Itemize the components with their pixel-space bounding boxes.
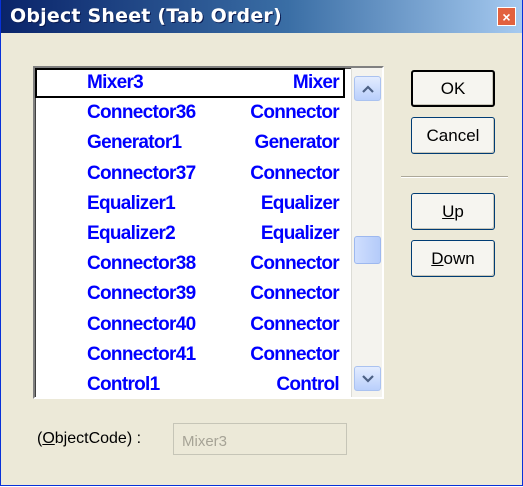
list-item[interactable]: Connector41 Connector — [35, 340, 345, 370]
up-mnemonic: U — [442, 201, 455, 221]
cancel-button[interactable]: Cancel — [411, 117, 495, 154]
down-label-rest: own — [443, 248, 475, 268]
object-name: Connector38 — [87, 253, 196, 275]
object-name: Connector36 — [87, 102, 196, 124]
move-down-label: Down — [431, 249, 474, 269]
move-down-button[interactable]: Down — [411, 240, 495, 277]
vertical-scrollbar[interactable] — [351, 68, 382, 397]
object-type: Connector — [250, 313, 339, 335]
title-bar[interactable]: Object Sheet (Tab Order) × — [1, 0, 522, 33]
down-mnemonic: D — [431, 248, 444, 268]
close-icon: × — [502, 8, 511, 25]
object-type: Equalizer — [260, 192, 340, 214]
object-code-mnemonic: O — [42, 430, 55, 447]
list-rows: Mixer3 Mixer Connector36 Connector Generator… — [35, 68, 345, 397]
list-item[interactable]: Control1 Control — [35, 370, 345, 397]
object-name: Equalizer2 — [87, 223, 176, 245]
ok-button[interactable]: OK — [411, 70, 495, 107]
tab-order-list[interactable]: Mixer3 Mixer Connector36 Connector Generator… — [33, 66, 384, 399]
object-type: Generator — [254, 132, 339, 154]
list-item[interactable]: Equalizer2 Equalizer — [35, 219, 345, 249]
cancel-button-label: Cancel — [426, 125, 480, 145]
list-item[interactable]: Generator1 Generator — [35, 128, 345, 158]
scrollbar-thumb[interactable] — [354, 236, 381, 264]
object-type: Connector — [250, 343, 339, 365]
window-title: Object Sheet (Tab Order) — [10, 5, 282, 27]
list-item[interactable]: Connector40 Connector — [35, 310, 345, 340]
object-type: Connector — [250, 283, 339, 305]
scroll-down-button[interactable] — [354, 366, 381, 391]
move-up-button[interactable]: Up — [411, 193, 495, 230]
close-button[interactable]: × — [497, 7, 516, 26]
object-code-field — [173, 423, 347, 455]
object-type: Mixer — [292, 72, 340, 94]
chevron-down-icon — [361, 374, 374, 383]
object-name: Connector40 — [87, 313, 196, 335]
object-sheet-dialog: Object Sheet (Tab Order) × Mixer3 Mixer Co… — [0, 0, 523, 486]
list-item[interactable]: Connector36 Connector — [35, 98, 345, 128]
list-item[interactable]: Connector38 Connector — [35, 249, 345, 279]
object-name: Connector39 — [87, 283, 196, 305]
chevron-up-icon — [361, 84, 374, 93]
object-name: Connector37 — [87, 162, 196, 184]
object-type: Connector — [250, 162, 339, 184]
move-up-label: Up — [442, 202, 464, 222]
object-code-label: (ObjectCode) : — [37, 430, 141, 448]
scroll-up-button[interactable] — [354, 76, 381, 101]
list-item[interactable]: Mixer3 Mixer — [35, 68, 345, 99]
object-name: Generator1 — [87, 132, 182, 154]
list-item[interactable]: Connector37 Connector — [35, 159, 345, 189]
button-separator — [401, 176, 508, 178]
object-name: Mixer3 — [87, 72, 144, 94]
object-name: Control1 — [87, 373, 160, 395]
ok-button-label: OK — [440, 78, 466, 98]
list-item[interactable]: Equalizer1 Equalizer — [35, 189, 345, 219]
object-type: Control — [276, 373, 339, 395]
up-label-rest: p — [454, 201, 464, 221]
object-type: Connector — [250, 253, 339, 275]
object-type: Equalizer — [260, 223, 340, 245]
object-name: Connector41 — [87, 343, 196, 365]
list-item[interactable]: Connector39 Connector — [35, 279, 345, 309]
object-type: Connector — [250, 102, 339, 124]
object-code-label-rest: bjectCode) : — [54, 430, 142, 447]
object-name: Equalizer1 — [87, 192, 176, 214]
